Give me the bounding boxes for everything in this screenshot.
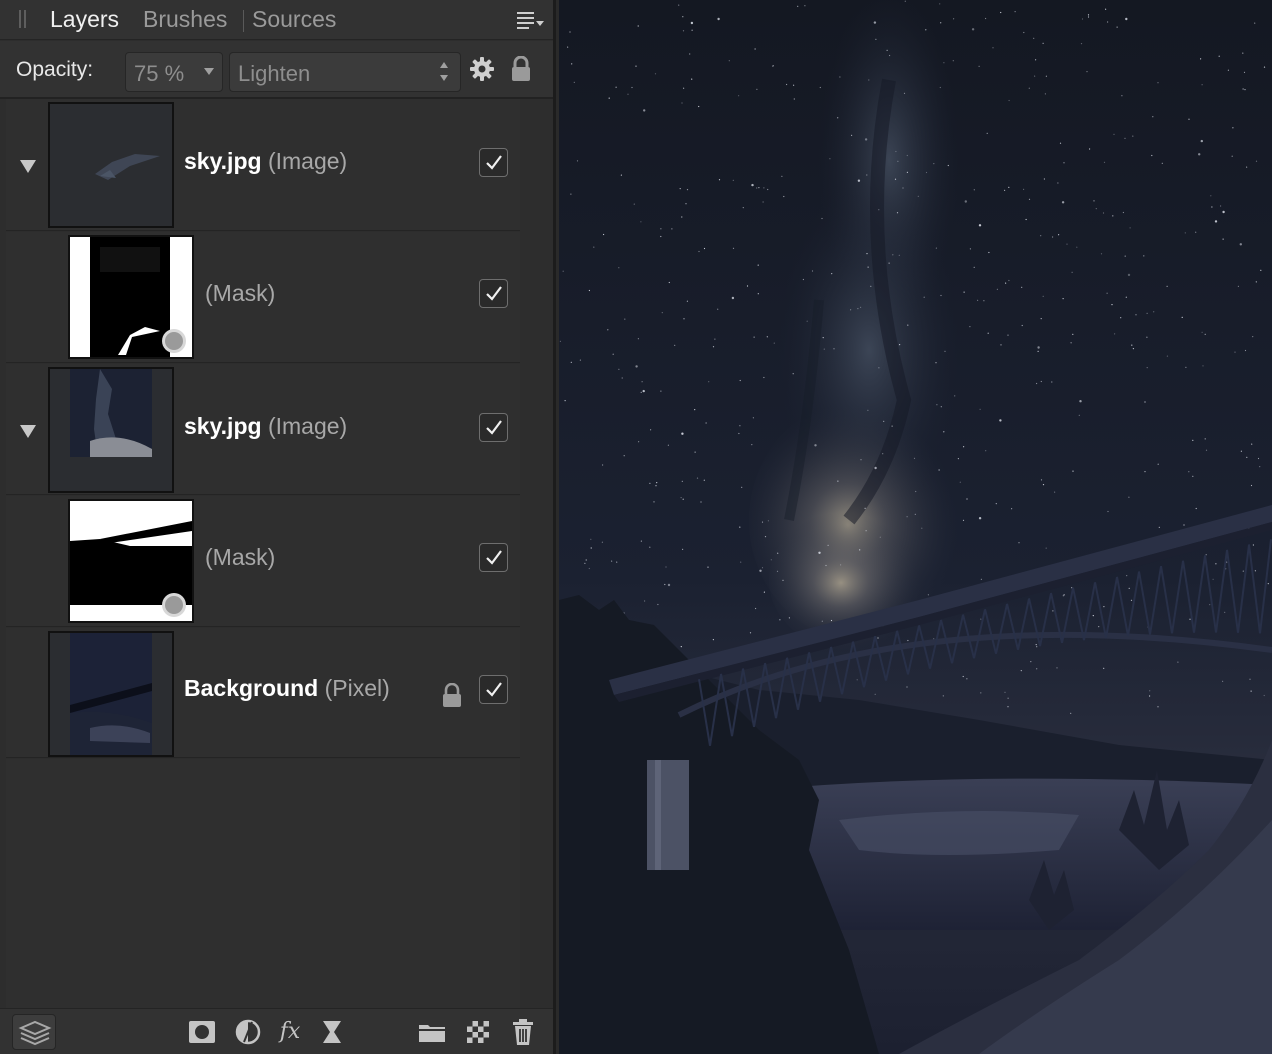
tab-layers[interactable]: Layers xyxy=(50,6,119,33)
tab-divider xyxy=(243,10,244,32)
visibility-checkbox[interactable] xyxy=(479,148,508,177)
layer-name-bold: Background xyxy=(184,675,319,701)
mask-label: (Mask) xyxy=(205,280,276,306)
layers-toolbar: fx xyxy=(0,1008,553,1054)
visibility-checkbox[interactable] xyxy=(479,413,508,442)
opacity-value: 75 % xyxy=(134,61,185,86)
lock-icon[interactable] xyxy=(510,55,532,82)
opacity-dropdown[interactable]: 75 % xyxy=(125,52,223,92)
gear-icon[interactable] xyxy=(469,56,495,82)
mask-label: (Mask) xyxy=(205,544,276,570)
trash-icon[interactable] xyxy=(507,1016,539,1048)
mask-icon[interactable] xyxy=(186,1016,218,1048)
layer-row-mask-1[interactable]: (Mask) xyxy=(6,232,520,363)
visibility-checkbox[interactable] xyxy=(479,279,508,308)
layer-name: sky.jpg (Image) xyxy=(184,148,347,175)
layer-name-bold: sky.jpg xyxy=(184,148,262,174)
mask-thumbnail xyxy=(68,499,194,623)
layers-stack-icon[interactable] xyxy=(12,1014,56,1050)
panel-tab-bar: Layers Brushes Sources xyxy=(0,0,553,40)
blend-mode-select[interactable]: Lighten xyxy=(229,52,461,92)
layer-row-background[interactable]: Background (Pixel) xyxy=(6,628,520,758)
layer-thumbnail xyxy=(48,631,174,757)
layer-options-bar: Opacity: 75 % Lighten xyxy=(0,41,553,99)
layer-thumbnail xyxy=(48,367,174,493)
layer-name: sky.jpg (Image) xyxy=(184,413,347,440)
canvas-view[interactable] xyxy=(559,0,1272,1054)
panel-menu-icon[interactable] xyxy=(514,8,546,32)
layer-name: Background (Pixel) xyxy=(184,675,390,702)
mask-thumbnail xyxy=(68,235,194,359)
blend-mode-value: Lighten xyxy=(238,61,311,86)
layer-row-sky-2[interactable]: sky.jpg (Image) xyxy=(6,364,520,495)
expand-triangle-icon[interactable] xyxy=(20,160,36,173)
tab-sources[interactable]: Sources xyxy=(252,6,336,33)
layer-lock-icon[interactable] xyxy=(442,682,462,708)
layer-row-sky-1[interactable]: sky.jpg (Image) xyxy=(6,99,520,231)
pixel-layer-icon[interactable] xyxy=(462,1016,494,1048)
visibility-checkbox[interactable] xyxy=(479,543,508,572)
tab-brushes[interactable]: Brushes xyxy=(143,6,227,33)
layers-panel: Layers Brushes Sources Opacity: 75 % Lig… xyxy=(0,0,556,1054)
panel-grip-handle[interactable] xyxy=(18,10,28,30)
live-filter-icon[interactable] xyxy=(316,1016,348,1048)
layer-list-empty-area xyxy=(6,759,520,1008)
expand-triangle-icon[interactable] xyxy=(20,425,36,438)
layer-row-mask-2[interactable]: (Mask) xyxy=(6,496,520,627)
night-sky-bridge-image xyxy=(559,0,1272,1054)
visibility-checkbox[interactable] xyxy=(479,675,508,704)
fx-icon[interactable]: fx xyxy=(274,1016,306,1048)
group-folder-icon[interactable] xyxy=(416,1016,448,1048)
opacity-label: Opacity: xyxy=(16,58,94,81)
chevron-down-icon xyxy=(204,68,214,75)
adjustment-icon[interactable] xyxy=(232,1016,264,1048)
layer-thumbnail xyxy=(48,102,174,228)
layer-type: (Image) xyxy=(267,148,348,174)
layer-name-bold: sky.jpg xyxy=(184,413,262,439)
layer-type: (Pixel) xyxy=(324,675,390,701)
layer-type: (Image) xyxy=(267,413,348,439)
stepper-arrows-icon xyxy=(440,62,448,82)
